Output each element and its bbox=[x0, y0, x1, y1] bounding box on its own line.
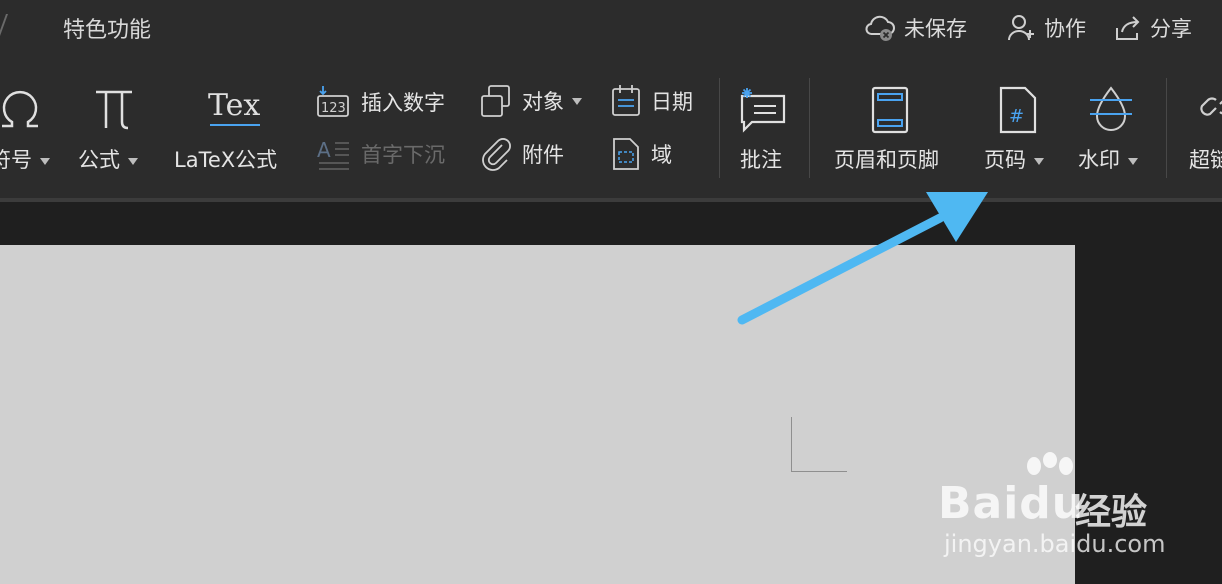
insert-number-button[interactable]: 123 插入数字 bbox=[317, 84, 445, 120]
page-margin-corner-mark bbox=[791, 417, 847, 472]
header-footer-button[interactable]: 页眉和页脚 bbox=[830, 84, 956, 194]
baidu-watermark-url: jingyan.baidu.com bbox=[944, 530, 1166, 558]
attachment-label: 附件 bbox=[522, 143, 564, 167]
header-footer-icon bbox=[871, 86, 909, 134]
object-label: 对象 bbox=[522, 90, 564, 114]
chevron-down-icon bbox=[572, 97, 582, 105]
share-icon bbox=[1116, 16, 1140, 40]
pi-icon bbox=[96, 90, 132, 130]
tab-feature[interactable]: 特色功能 bbox=[63, 12, 151, 44]
paperclip-icon bbox=[482, 138, 511, 171]
calendar-icon bbox=[612, 85, 640, 116]
object-icon bbox=[481, 85, 510, 117]
share-button[interactable]: 分享 bbox=[1112, 12, 1192, 44]
page-number-icon: # bbox=[999, 86, 1037, 134]
share-label: 分享 bbox=[1150, 17, 1192, 41]
symbol-label: 符号 bbox=[0, 148, 32, 172]
chevron-down-icon bbox=[40, 157, 50, 165]
svg-text:123: 123 bbox=[321, 101, 346, 116]
date-button[interactable]: 日期 bbox=[611, 84, 693, 118]
field-button[interactable]: 域 bbox=[611, 137, 672, 171]
field-label: 域 bbox=[651, 143, 672, 167]
watermark-button[interactable]: 水印 bbox=[1078, 84, 1154, 194]
comment-icon bbox=[740, 88, 786, 133]
tab-left-edge-fragment bbox=[0, 14, 9, 36]
baidu-watermark-brand: 经验 bbox=[1075, 492, 1148, 533]
watermark-drop-icon bbox=[1090, 86, 1132, 131]
chevron-down-icon bbox=[1128, 157, 1138, 165]
baidu-watermark-logo: Baidu bbox=[938, 478, 1085, 529]
annotation-arrow-icon bbox=[737, 192, 988, 325]
latex-icon-underline bbox=[210, 124, 260, 126]
unsaved-button[interactable]: 未保存 bbox=[864, 12, 967, 44]
svg-text:#: # bbox=[1009, 106, 1024, 127]
date-label: 日期 bbox=[651, 90, 693, 114]
number-123-icon: 123 bbox=[317, 86, 349, 117]
ribbon-separator bbox=[719, 78, 720, 178]
drop-cap-label: 首字下沉 bbox=[361, 143, 445, 167]
link-icon bbox=[1200, 97, 1222, 116]
collab-label: 协作 bbox=[1044, 17, 1086, 41]
formula-button[interactable]: 公式 bbox=[78, 84, 153, 194]
attachment-button[interactable]: 附件 bbox=[480, 137, 564, 171]
formula-label: 公式 bbox=[78, 148, 120, 172]
symbol-button[interactable]: 符号 bbox=[0, 84, 60, 194]
unsaved-label: 未保存 bbox=[904, 17, 967, 41]
comment-button[interactable]: 批注 bbox=[732, 84, 800, 194]
omega-icon bbox=[2, 90, 38, 128]
insert-number-label: 插入数字 bbox=[361, 91, 445, 115]
hyperlink-button[interactable]: 超链 bbox=[1186, 84, 1222, 194]
user-add-icon bbox=[1008, 15, 1034, 41]
latex-formula-button[interactable]: Tex LaTeX公式 bbox=[174, 84, 296, 194]
ribbon-separator bbox=[1166, 78, 1167, 178]
watermark-label: 水印 bbox=[1078, 148, 1120, 172]
cloud-unsaved-icon bbox=[865, 15, 895, 41]
header-footer-label: 页眉和页脚 bbox=[834, 148, 939, 172]
title-bar: 特色功能 未保存 协作 分享 bbox=[0, 0, 1222, 56]
drop-cap-button[interactable]: A 首字下沉 bbox=[317, 137, 445, 171]
collab-button[interactable]: 协作 bbox=[1006, 12, 1086, 44]
svg-text:A: A bbox=[317, 138, 331, 162]
page-number-label: 页码 bbox=[984, 148, 1026, 172]
field-icon bbox=[613, 138, 639, 170]
latex-icon: Tex bbox=[208, 88, 261, 123]
hyperlink-label: 超链 bbox=[1189, 148, 1222, 172]
chevron-down-icon bbox=[1034, 157, 1044, 165]
drop-cap-icon: A bbox=[317, 138, 349, 170]
object-button[interactable]: 对象 bbox=[480, 84, 582, 118]
latex-label: LaTeX公式 bbox=[174, 148, 278, 172]
chevron-down-icon bbox=[128, 157, 138, 165]
page-number-button[interactable]: # 页码 bbox=[984, 84, 1056, 194]
comment-label: 批注 bbox=[740, 148, 782, 172]
ribbon-separator bbox=[809, 78, 810, 178]
